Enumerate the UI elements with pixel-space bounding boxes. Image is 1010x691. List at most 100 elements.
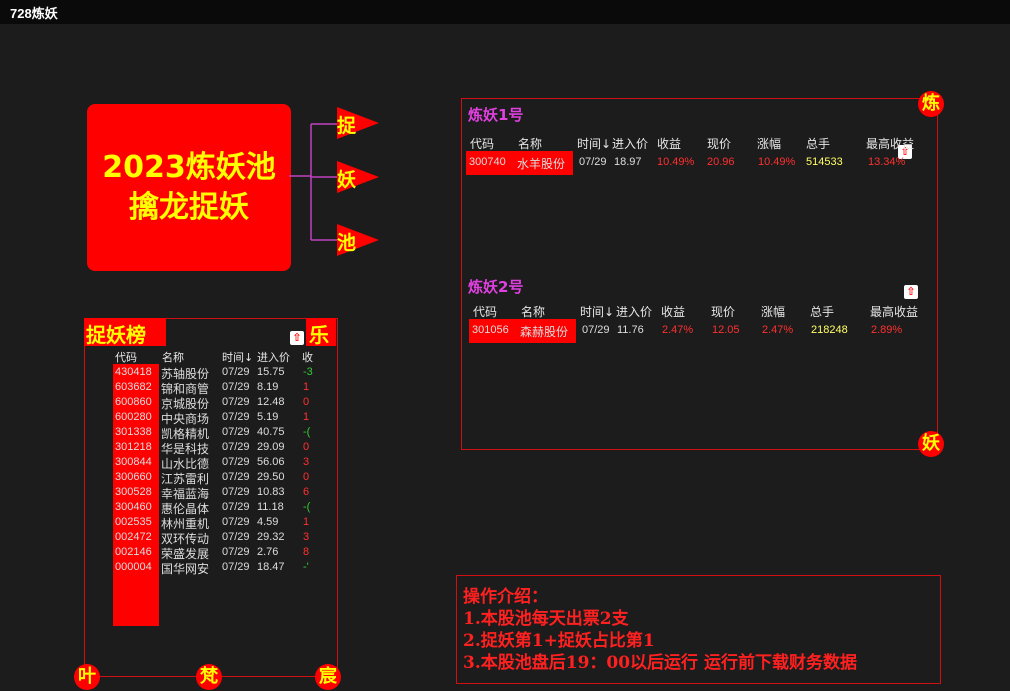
table-row[interactable]: 301218 华是科技 07/29 29.09 0 [113,441,335,456]
row-gain: 0 [303,441,310,453]
row-time: 07/29 [222,486,250,498]
row-gain: -( [303,426,311,438]
row-time: 07/29 [222,531,250,543]
row-code[interactable]: 301338 [115,426,152,438]
row-price: 5.19 [257,411,279,423]
row-code[interactable]: 603682 [115,381,152,393]
pool-banner: 2023炼妖池 擒龙捉妖 [87,104,291,271]
table-row[interactable]: 002472 双环传动 07/29 29.32 3 [113,531,335,546]
table-row[interactable]: 300528 幸福蓝海 07/29 10.83 6 [113,486,335,501]
catch-col-time[interactable]: 时间↓ [222,349,253,365]
row-price: 12.48 [257,396,285,408]
row-code[interactable]: 300844 [115,456,152,468]
banner-line-2: 擒龙捉妖 [129,189,249,225]
window-title: 728炼妖 [10,6,58,21]
col-header-name[interactable]: 名称 [518,135,542,152]
table-row[interactable]: 600860 京城股份 07/29 12.48 0 [113,396,335,411]
row-gain: 0 [303,471,310,483]
col-header-gain[interactable]: 收益 [657,135,681,152]
row-gain: 0 [303,396,310,408]
row-price: 18.47 [257,561,285,573]
flow-tag-pool: 池 [337,224,379,256]
row-code[interactable]: 301056 [472,324,509,336]
col-header-max-gain[interactable]: 最高收益 [866,135,914,152]
row-code[interactable]: 300660 [115,471,152,483]
sort-up-icon[interactable]: ⇧ [904,285,918,299]
row-gain: 10.49% [657,156,695,168]
col-header-entry-price[interactable]: 进入价 [612,135,648,152]
col-header-code[interactable]: 代码 [470,135,494,152]
row-time: 07/29 [222,561,250,573]
table-row[interactable]: 002535 林州重机 07/29 4.59 1 [113,516,335,531]
col-header-volume[interactable]: 总手 [806,135,830,152]
row-time: 07/29 [582,324,610,336]
col-header-price[interactable]: 现价 [707,135,731,152]
catch-col-entry-price[interactable]: 进入价 [257,349,290,365]
corner-badge-top: 炼 [918,91,944,117]
col-header-price[interactable]: 现价 [711,303,735,320]
col-header-volume[interactable]: 总手 [810,303,834,320]
table-row[interactable]: 300460 惠伦晶体 07/29 11.18 -( [113,501,335,516]
row-code[interactable]: 300460 [115,501,152,513]
flow-tag-label: 捉 [337,115,357,137]
row-time: 07/29 [222,456,250,468]
row-gain: -3 [303,366,313,378]
catch-panel-title: 捉妖榜 [86,323,146,347]
col-header-change[interactable]: 涨幅 [757,135,781,152]
row-time: 07/29 [222,396,250,408]
row-code[interactable]: 600280 [115,411,152,423]
row-price: 56.06 [257,456,285,468]
table-row[interactable]: 300660 江苏雷利 07/29 29.50 0 [113,471,335,486]
table-row[interactable]: 000004 国华网安 07/29 18.47 -' [113,561,335,576]
row-time: 07/29 [222,501,250,513]
row-gain: 1 [303,381,310,393]
row-code[interactable]: 000004 [115,561,152,573]
row-max-gain: 2.89% [871,324,903,336]
row-code[interactable]: 300740 [469,156,506,168]
corner-badge-right: 宸 [315,664,341,690]
col-header-time[interactable]: 时间↓ [580,303,614,320]
catch-col-code[interactable]: 代码 [115,349,137,365]
row-code[interactable]: 002535 [115,516,152,528]
col-header-code[interactable]: 代码 [473,303,497,320]
table-row[interactable]: 301338 凯格精机 07/29 40.75 -( [113,426,335,441]
row-gain: 1 [303,411,310,423]
row-code[interactable]: 300528 [115,486,152,498]
col-header-change[interactable]: 涨幅 [761,303,785,320]
row-code[interactable]: 002146 [115,546,152,558]
col-header-name[interactable]: 名称 [521,303,545,320]
table-row[interactable]: 002146 荣盛发展 07/29 2.76 8 [113,546,335,561]
catch-col-gain[interactable]: 收 [302,349,313,365]
row-gain: -( [303,501,311,513]
row-code[interactable]: 301218 [115,441,152,453]
row-code[interactable]: 002472 [115,531,152,543]
col-header-gain[interactable]: 收益 [661,303,685,320]
col-header-entry-price[interactable]: 进入价 [616,303,652,320]
row-name[interactable]: 国华网安 [161,560,209,577]
row-price: 8.19 [257,381,279,393]
catch-col-name[interactable]: 名称 [162,349,184,365]
row-name[interactable]: 水羊股份 [517,155,565,172]
table-row[interactable]: 600280 中央商场 07/29 5.19 1 [113,411,335,426]
row-name[interactable]: 森赫股份 [520,323,568,340]
row-time: 07/29 [222,411,250,423]
corner-badge-bottom: 妖 [918,431,944,457]
row-code[interactable]: 600860 [115,396,152,408]
col-header-time[interactable]: 时间↓ [577,135,611,152]
title-bar: 728炼妖 [0,0,1010,24]
table-row[interactable]: 300844 山水比德 07/29 56.06 3 [113,456,335,471]
row-gain: 2.47% [662,324,694,336]
row-code[interactable]: 430418 [115,366,152,378]
row-price: 11.18 [257,501,284,513]
table-row[interactable]: 603682 锦和商管 07/29 8.19 1 [113,381,335,396]
corner-badge-left: 叶 [74,664,100,690]
row-gain: 3 [303,531,310,543]
sort-up-icon[interactable]: ⇧ [290,331,304,345]
row-gain: 6 [303,486,310,498]
col-header-max-gain[interactable]: 最高收益 [870,303,918,320]
row-price: 10.83 [257,486,285,498]
row-max-gain: 13.34% [868,156,906,168]
row-price: 4.59 [257,516,279,528]
row-price: 20.96 [707,156,735,168]
table-row[interactable]: 430418 苏轴股份 07/29 15.75 -3 [113,366,335,381]
